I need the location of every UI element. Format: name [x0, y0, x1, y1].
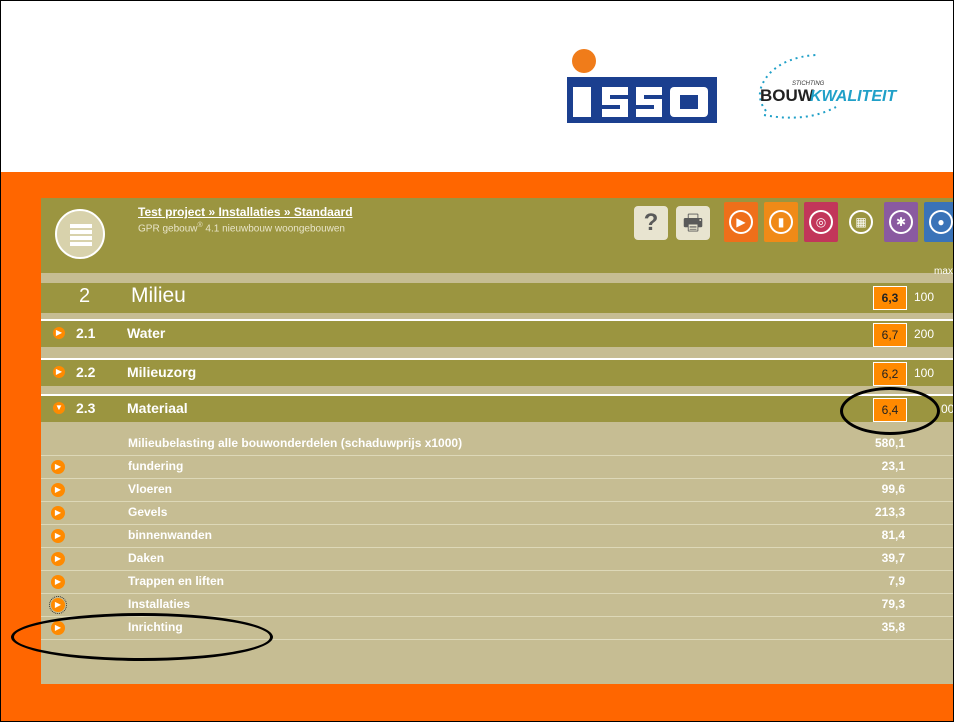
collapse-arrow-icon[interactable]: ▼ [53, 402, 65, 414]
section-title: Milieu [131, 284, 186, 307]
subsection-title: Water [127, 325, 166, 341]
table-row[interactable]: ▶ fundering 23,1 [41, 456, 953, 479]
expand-arrow-icon[interactable]: ▶ [51, 483, 65, 497]
expand-arrow-icon[interactable]: ▶ [51, 575, 65, 589]
row-value: 7,9 [888, 574, 905, 588]
product-subtitle: GPR gebouw® 4.1 nieuwbouw woongebouwen [138, 222, 345, 235]
subsection-max: 100 [914, 366, 935, 380]
expand-arrow-icon[interactable]: ▶ [51, 460, 65, 474]
section-number: 2 [79, 285, 91, 307]
energy-icon: ▶ [729, 210, 753, 234]
expand-arrow-icon[interactable]: ▶ [51, 529, 65, 543]
help-button[interactable]: ? [634, 206, 668, 240]
subsection-number: 2.3 [76, 400, 96, 416]
quality-icon: ✱ [889, 210, 913, 234]
row-value: 99,6 [881, 482, 905, 496]
health-tab[interactable]: ◎ [804, 202, 838, 242]
table-row[interactable]: ▶ Gevels 213,3 [41, 502, 953, 525]
breadcrumb[interactable]: Test project » Installaties » Standaard [138, 205, 353, 219]
row-label: Milieubelasting alle bouwonderdelen (sch… [128, 436, 463, 450]
quality-tab[interactable]: ✱ [884, 202, 918, 242]
row-label: Gevels [128, 505, 168, 519]
row-label: Installaties [128, 597, 191, 611]
expand-arrow-icon[interactable]: ▶ [51, 552, 65, 566]
table-row[interactable]: ▶ Daken 39,7 [41, 548, 953, 571]
table-row: Milieubelasting alle bouwonderdelen (sch… [41, 433, 953, 456]
subsection-score: 6,7 [873, 323, 907, 347]
isso-logo [564, 47, 721, 127]
row-label: Vloeren [128, 482, 173, 496]
future-icon: ● [929, 210, 953, 234]
print-button[interactable]: 🖶 [676, 206, 710, 240]
row-label: Daken [128, 551, 165, 565]
max-column-label: max [934, 266, 953, 277]
section-score: 6,3 [873, 286, 907, 310]
row-value: 35,8 [881, 620, 905, 634]
subsection-number: 2.1 [76, 325, 96, 341]
section-max: 100 [914, 290, 935, 304]
subsection-row-milieuzorg[interactable]: ▶ 2.2 Milieuzorg 6,2 100 [41, 358, 953, 386]
svg-text:KWALITEIT: KWALITEIT [810, 88, 897, 105]
bouwkwaliteit-logo: STICHTING BOUW KWALITEIT [746, 45, 932, 125]
row-value: 81,4 [881, 528, 905, 542]
subsection-number: 2.2 [76, 364, 96, 380]
expand-arrow-icon[interactable]: ▶ [53, 366, 65, 378]
subsection-row-materiaal[interactable]: ▼ 2.3 Materiaal 6,4 00 [41, 394, 954, 422]
chart-icon: ▮ [769, 210, 793, 234]
section-row: 2 Milieu 6,3 100 [41, 283, 953, 313]
chart-tab[interactable]: ▮ [764, 202, 798, 242]
table-row[interactable]: ▶ Trappen en liften 7,9 [41, 571, 953, 594]
expand-arrow-icon[interactable]: ▶ [51, 506, 65, 520]
row-label: Trappen en liften [128, 574, 225, 588]
row-value: 23,1 [881, 459, 905, 473]
annotation-circle-score [840, 387, 940, 435]
row-label: binnenwanden [128, 528, 212, 542]
gpr-app-window: Test project » Installaties » Standaard … [41, 198, 954, 684]
row-value: 39,7 [881, 551, 905, 565]
environment-tab[interactable]: ▦ [844, 202, 878, 242]
future-tab[interactable]: ● [924, 202, 953, 242]
subsection-row-water[interactable]: ▶ 2.1 Water 6,7 200 [41, 319, 953, 347]
table-row[interactable]: ▶ binnenwanden 81,4 [41, 525, 953, 548]
svg-text:BOUW: BOUW [760, 86, 815, 105]
row-value: 213,3 [874, 505, 905, 519]
materials-table: Milieubelasting alle bouwonderdelen (sch… [41, 433, 953, 640]
energy-tab[interactable]: ▶ [724, 202, 758, 242]
subsection-title: Milieuzorg [127, 364, 197, 380]
app-header: Test project » Installaties » Standaard … [41, 198, 953, 277]
subsection-score: 6,2 [873, 362, 907, 386]
row-label: fundering [128, 459, 184, 473]
row-value: 79,3 [881, 597, 905, 611]
table-row[interactable]: ▶ Vloeren 99,6 [41, 479, 953, 502]
row-value: 580,1 [874, 436, 905, 450]
expand-arrow-icon[interactable]: ▶ [49, 596, 67, 614]
environment-icon: ▦ [849, 210, 873, 234]
subsection-max: 00 [941, 402, 954, 416]
expand-arrow-icon[interactable]: ▶ [53, 327, 65, 339]
subsection-title: Materiaal [127, 400, 188, 416]
annotation-circle-installaties [11, 613, 273, 661]
slide: STICHTING BOUW KWALITEIT Test project » … [0, 0, 954, 722]
health-icon: ◎ [809, 210, 833, 234]
material-category-icon [55, 209, 105, 259]
subsection-max: 200 [914, 327, 935, 341]
